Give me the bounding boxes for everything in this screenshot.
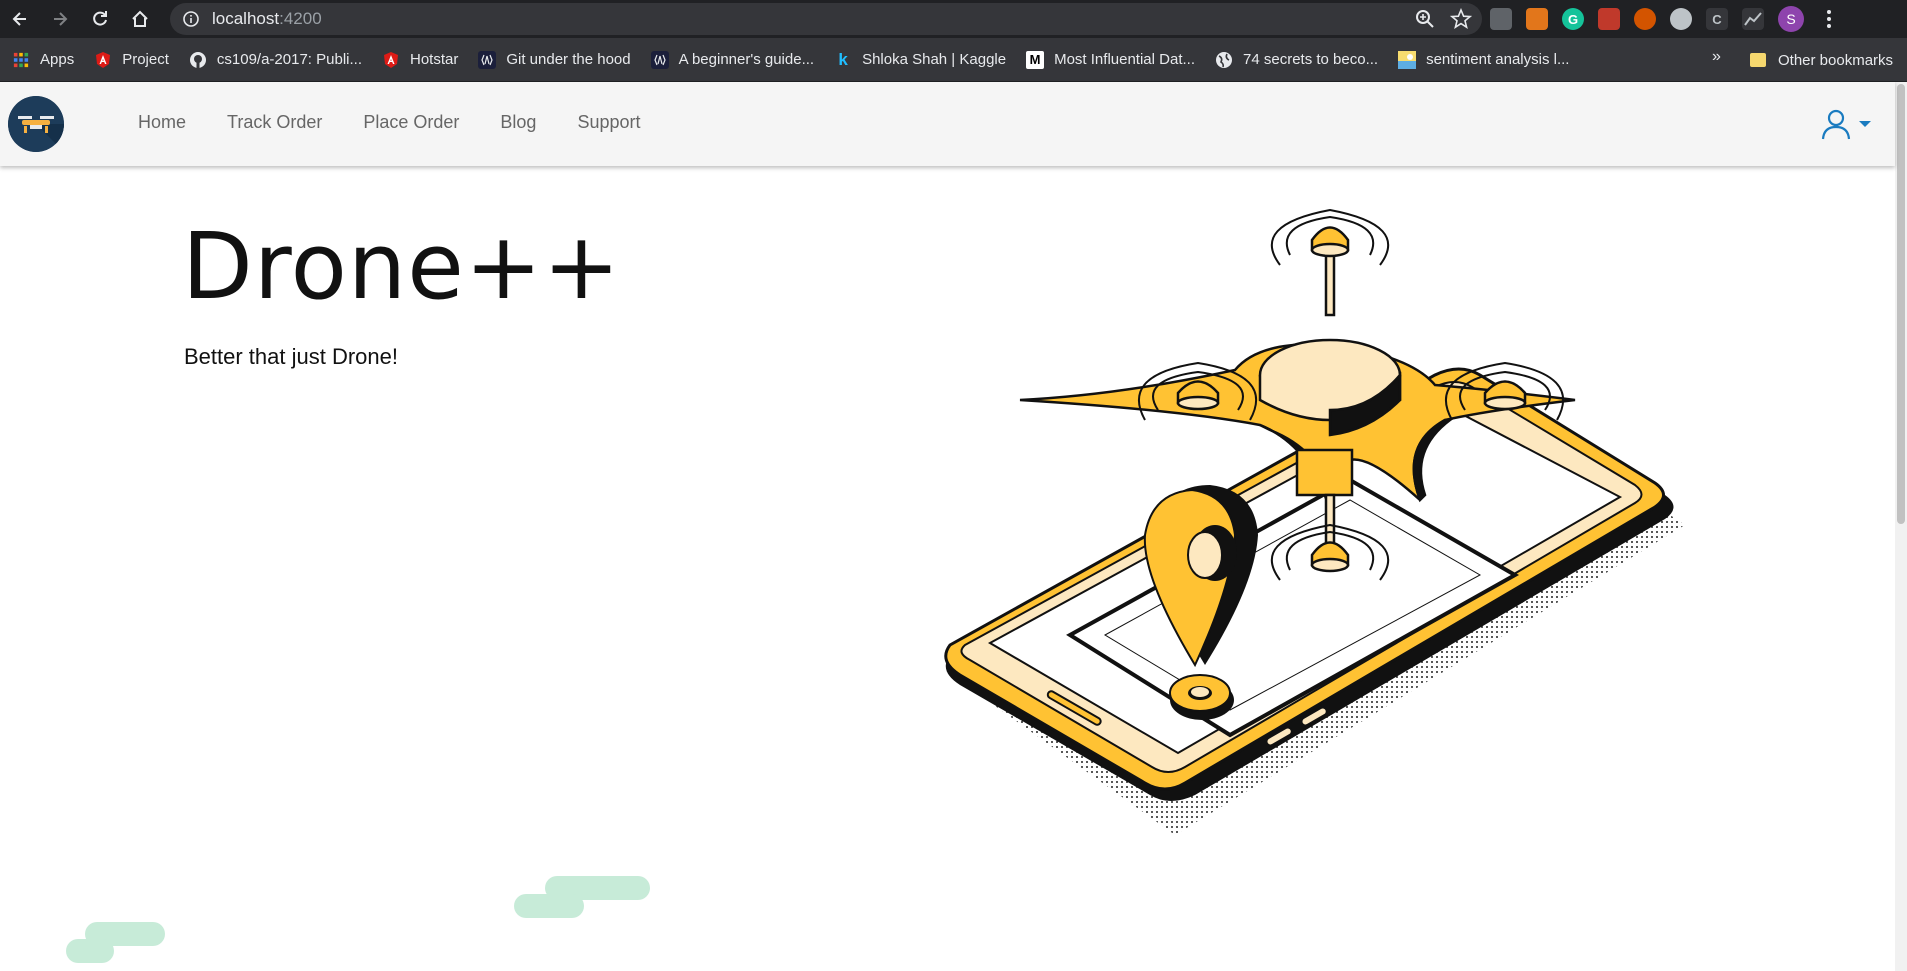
star-icon[interactable] — [1450, 8, 1472, 30]
apps-grid-icon — [12, 51, 30, 69]
nav-track-order[interactable]: Track Order — [227, 112, 322, 133]
decor-blob — [66, 939, 114, 963]
forward-button[interactable] — [40, 0, 80, 38]
pdf-icon[interactable] — [1598, 8, 1620, 30]
profile-initial: S — [1786, 11, 1796, 27]
app-header: Home Track Order Place Order Blog Suppor… — [0, 82, 1895, 166]
decor-blob — [514, 894, 584, 918]
hero-subtitle: Better that just Drone! — [184, 344, 398, 369]
home-button[interactable] — [120, 0, 160, 38]
bracket-icon — [650, 50, 669, 69]
circle-extension-icon[interactable] — [1670, 8, 1692, 30]
nav-support[interactable]: Support — [577, 112, 640, 133]
metamask-icon[interactable] — [1526, 8, 1548, 30]
github-icon — [189, 51, 207, 69]
bookmark-label: Project — [122, 51, 169, 68]
bookmark-label: Most Influential Dat... — [1054, 51, 1195, 68]
angular-icon — [382, 51, 400, 69]
bookmark-kaggle[interactable]: k Shloka Shah | Kaggle — [834, 49, 1007, 69]
nav-blog[interactable]: Blog — [500, 112, 536, 133]
grammarly-icon[interactable]: G — [1562, 8, 1584, 30]
folder-icon — [1750, 53, 1766, 67]
home-icon — [132, 10, 148, 27]
browser-menu-icon[interactable] — [1818, 8, 1840, 30]
cookie-icon[interactable] — [1634, 8, 1656, 30]
main-nav: Home Track Order Place Order Blog Suppor… — [138, 112, 681, 133]
kaggle-icon: k — [838, 49, 848, 69]
bookmark-74-secrets[interactable]: 74 secrets to beco... — [1215, 51, 1378, 69]
url-host: localhost — [212, 9, 280, 28]
bookmark-hotstar[interactable]: Hotstar — [382, 51, 458, 69]
bookmark-label: Apps — [40, 51, 75, 68]
image-icon — [1398, 50, 1417, 69]
bookmark-label: A beginner's guide... — [678, 51, 815, 68]
bookmark-beginners-guide[interactable]: A beginner's guide... — [650, 50, 815, 69]
bookmark-apps[interactable]: Apps — [12, 51, 74, 69]
medium-icon: M — [1026, 50, 1045, 69]
bookmark-label: Git under the hood — [506, 51, 631, 68]
drone-phone-illustration — [930, 205, 1710, 835]
reload-button[interactable] — [80, 0, 120, 38]
bookmark-label: 74 secrets to beco... — [1243, 51, 1379, 68]
drone-logo[interactable] — [8, 96, 64, 152]
extension-gray-icon[interactable] — [1490, 8, 1512, 30]
nav-place-order[interactable]: Place Order — [363, 112, 459, 133]
bookmark-label: sentiment analysis l... — [1426, 51, 1570, 68]
profile-avatar[interactable]: S — [1778, 6, 1804, 32]
extensions-area: G C S — [1490, 0, 1840, 38]
hero-title: Drone++ — [182, 213, 622, 320]
address-bar[interactable]: localhost:4200 — [170, 3, 1482, 35]
angular-icon — [94, 51, 112, 69]
info-icon[interactable] — [182, 10, 200, 28]
bookmark-project[interactable]: Project — [94, 51, 169, 69]
page-scrollbar[interactable] — [1895, 82, 1907, 971]
analytics-icon[interactable] — [1742, 8, 1764, 30]
globe-icon — [1215, 51, 1233, 69]
other-bookmarks-label: Other bookmarks — [1778, 51, 1894, 69]
user-menu-button[interactable] — [1820, 108, 1872, 140]
c-extension-icon[interactable]: C — [1706, 8, 1728, 30]
caret-down-icon — [1859, 121, 1871, 127]
browser-toolbar: localhost:4200 G C S — [0, 0, 1907, 38]
bracket-icon — [478, 50, 497, 69]
bookmark-label: Shloka Shah | Kaggle — [862, 51, 1007, 68]
arrow-left-icon — [12, 12, 26, 26]
bookmarks-overflow-button[interactable]: » — [1712, 48, 1721, 66]
back-button[interactable] — [0, 0, 40, 38]
bookmark-sentiment-analysis[interactable]: sentiment analysis l... — [1398, 50, 1570, 69]
zoom-icon[interactable] — [1414, 8, 1436, 30]
bookmark-medium[interactable]: M Most Influential Dat... — [1026, 50, 1195, 69]
scrollbar-thumb[interactable] — [1897, 84, 1905, 524]
bookmark-github[interactable]: cs109/a-2017: Publi... — [189, 51, 362, 69]
url-port: :4200 — [279, 9, 322, 28]
bookmark-git-under-the-hood[interactable]: Git under the hood — [478, 50, 631, 69]
bookmark-label: cs109/a-2017: Publi... — [216, 51, 362, 68]
bookmarks-bar: Apps Project cs109/a-2017: Publi... Hots… — [0, 38, 1907, 82]
user-icon — [1821, 109, 1851, 140]
other-bookmarks[interactable]: Other bookmarks — [1750, 38, 1893, 82]
nav-home[interactable]: Home — [138, 112, 186, 133]
arrow-right-icon — [54, 12, 68, 26]
url-text: localhost:4200 — [212, 9, 322, 29]
bookmark-label: Hotstar — [409, 51, 459, 68]
reload-icon — [93, 11, 107, 26]
